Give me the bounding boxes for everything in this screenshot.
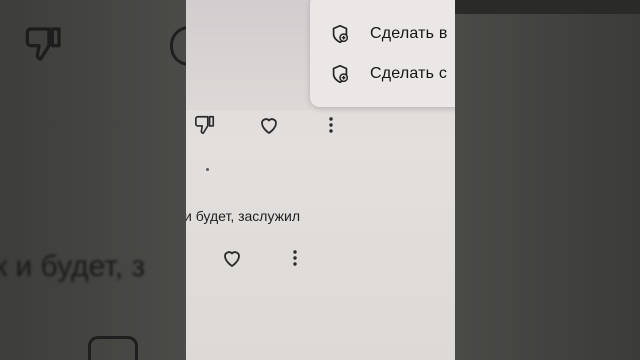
background-dislike-icon	[25, 27, 61, 61]
background-top-band	[455, 0, 640, 14]
more-options-icon[interactable]	[327, 115, 335, 135]
heart-icon[interactable]	[220, 246, 244, 270]
menu-item-label: Сделать с	[370, 65, 448, 82]
more-options-icon[interactable]	[291, 248, 299, 268]
screen-speck	[206, 168, 209, 171]
phone-screen: Сделать в Сделать с к и будет, заслужил	[186, 0, 455, 360]
comment-actions-1	[186, 111, 455, 139]
add-circle-icon	[332, 24, 349, 44]
add-circle-icon	[332, 64, 349, 84]
background-right-panel	[455, 0, 640, 360]
menu-item-1[interactable]: Сделать в	[310, 16, 455, 52]
context-menu: Сделать в Сделать с	[310, 0, 455, 107]
background-comment-text: к и будет, з	[0, 250, 146, 283]
background-ghost-bottom	[88, 336, 138, 360]
menu-item-label: Сделать в	[370, 25, 448, 42]
heart-icon[interactable]	[257, 113, 281, 137]
dislike-icon[interactable]	[194, 114, 216, 136]
comment-text: к и будет, заслужил	[186, 208, 300, 224]
screen-top-shade	[186, 0, 311, 110]
menu-item-2[interactable]: Сделать с	[310, 56, 455, 92]
comment-actions-2	[186, 244, 455, 272]
